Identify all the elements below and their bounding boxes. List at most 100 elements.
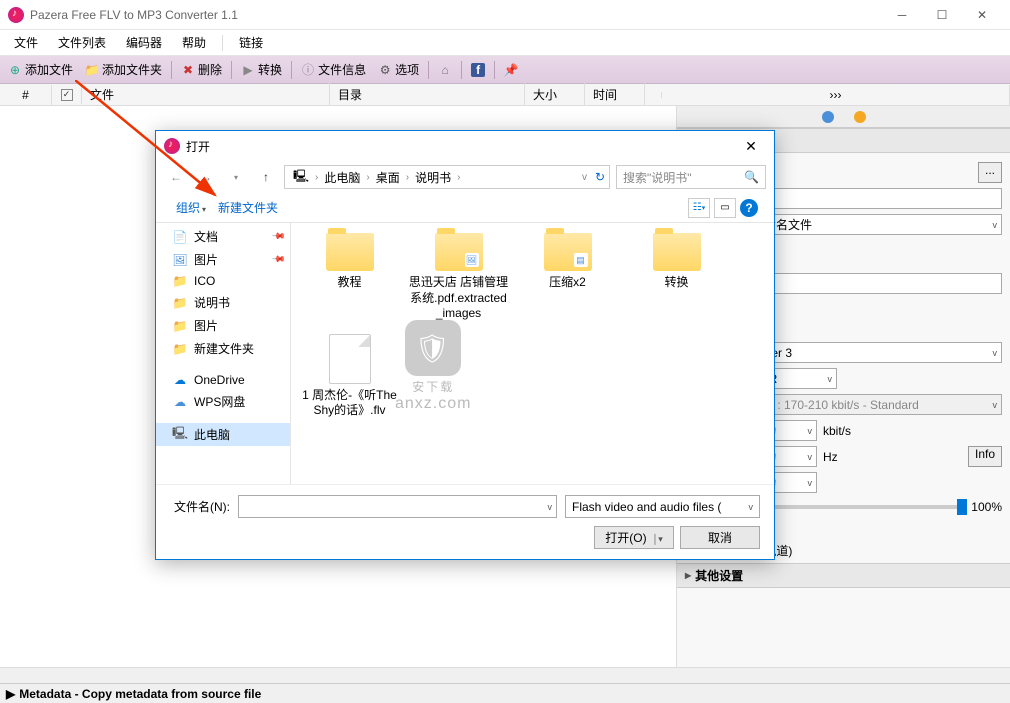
folder-icon: 📁	[172, 296, 188, 310]
exists-select[interactable]: 重命名文件	[747, 214, 1002, 235]
tree-item[interactable]: 📁图片	[156, 314, 290, 337]
breadcrumb-item[interactable]: 此电脑	[320, 169, 364, 186]
info-button[interactable]: Info	[968, 446, 1002, 467]
toolbar: ⊕添加文件 📁添加文件夹 ✖删除 ▶转换 ⓘ文件信息 ⚙选项 ⌂ f 📌	[0, 56, 1010, 84]
tree-item[interactable]: 📄文档📌	[156, 225, 290, 248]
tree-item[interactable]: 🖼图片📌	[156, 248, 290, 271]
breadcrumb[interactable]: 🖳 › 此电脑 › 桌面 › 说明书 › v ↻	[284, 165, 610, 189]
open-button[interactable]: 打开(O)	[594, 526, 674, 549]
chevron-right-icon: ›	[315, 172, 318, 183]
home-button[interactable]: ⌂	[432, 60, 458, 80]
folder-icon: ▤	[544, 233, 592, 271]
col-check[interactable]: ✓	[52, 86, 82, 104]
file-name: 转换	[626, 275, 727, 291]
toolbar-separator	[494, 61, 495, 79]
col-extra[interactable]	[645, 92, 662, 98]
browse-button[interactable]: ...	[978, 162, 1002, 183]
add-folder-icon: 📁	[85, 63, 99, 77]
et-select[interactable]: -V 2 : 170-210 kbit/s - Standard	[747, 394, 1002, 415]
cancel-button[interactable]: 取消	[680, 526, 760, 549]
col-more[interactable]: ›››	[662, 85, 1010, 105]
delete-button[interactable]: ✖删除	[175, 58, 228, 81]
horizontal-scrollbar[interactable]	[0, 667, 1010, 683]
breadcrumb-dropdown[interactable]: v	[582, 172, 587, 183]
col-time[interactable]: 时间	[585, 83, 645, 106]
tree-item-label: 文档	[194, 228, 218, 245]
volume-slider[interactable]	[755, 505, 957, 509]
minimize-button[interactable]: ─	[882, 1, 922, 29]
folder-item[interactable]: 🖼思迅天店 店铺管理系统.pdf.extracted_images	[406, 229, 511, 326]
nav-forward-button[interactable]: →	[194, 165, 218, 189]
expand-icon[interactable]: ▶	[6, 687, 15, 701]
file-info-button[interactable]: ⓘ文件信息	[295, 58, 372, 81]
add-file-icon: ⊕	[8, 63, 22, 77]
pin-button[interactable]: 📌	[498, 60, 524, 80]
checkbox-icon: ✓	[61, 89, 73, 101]
col-file[interactable]: 文件	[82, 83, 330, 106]
options-button[interactable]: ⚙选项	[372, 58, 425, 81]
toolbar-separator	[461, 61, 462, 79]
file-item[interactable]: 1 周杰伦-《听TheShy的话》.flv	[297, 330, 402, 423]
menu-help[interactable]: 帮助	[172, 30, 216, 55]
new-folder-button[interactable]: 新建文件夹	[214, 197, 282, 218]
folder-icon: 📁	[172, 342, 188, 356]
menu-links[interactable]: 链接	[229, 30, 273, 55]
nav-recent-button[interactable]: ▾	[224, 165, 248, 189]
col-num[interactable]: #	[0, 85, 52, 105]
maximize-button[interactable]: ☐	[922, 1, 962, 29]
tree-item[interactable]: 📁新建文件夹	[156, 337, 290, 360]
dialog-titlebar: 打开 ✕	[156, 131, 774, 161]
tree-item[interactable]: 📁说明书	[156, 291, 290, 314]
breadcrumb-pc-icon[interactable]: 🖳	[289, 167, 313, 188]
breadcrumb-item[interactable]: 桌面	[372, 169, 404, 186]
tree-item[interactable]: ☁OneDrive	[156, 370, 290, 390]
convert-button[interactable]: ▶转换	[235, 58, 288, 81]
folder-icon: 📁	[172, 274, 188, 288]
menu-file[interactable]: 文件	[4, 30, 48, 55]
organize-button[interactable]: 组织	[172, 197, 210, 218]
col-dir[interactable]: 目录	[330, 83, 525, 106]
dialog-close-button[interactable]: ✕	[736, 138, 766, 155]
folder-item[interactable]: ▤压缩x2	[515, 229, 620, 326]
other-section-header[interactable]: 其他设置	[677, 563, 1010, 588]
tree-item[interactable]: 📁ICO	[156, 271, 290, 291]
tree-item-label: WPS网盘	[194, 393, 245, 410]
tree-item[interactable]: 🖳此电脑	[156, 423, 290, 446]
info-icon: ⓘ	[301, 63, 315, 77]
preview-pane-button[interactable]: ▭	[714, 198, 736, 218]
folder-icon	[653, 233, 701, 271]
slider-thumb[interactable]	[957, 499, 967, 515]
facebook-button[interactable]: f	[465, 60, 491, 80]
nav-back-button[interactable]: ←	[164, 165, 188, 189]
panel-tab[interactable]	[677, 108, 1010, 126]
menu-filelist[interactable]: 文件列表	[48, 30, 116, 55]
dialog-app-icon	[164, 138, 180, 154]
view-mode-button[interactable]: ☷ ▾	[688, 198, 710, 218]
facebook-icon: f	[471, 63, 485, 77]
menu-encoder[interactable]: 编码器	[116, 30, 172, 55]
tree-item-label: 图片	[194, 251, 218, 268]
folder-item[interactable]: 教程	[297, 229, 402, 326]
folder-item[interactable]: 转换	[624, 229, 729, 326]
toolbar-separator	[428, 61, 429, 79]
file-name: 教程	[299, 275, 400, 291]
help-button[interactable]: ?	[740, 199, 758, 217]
filetype-select[interactable]: Flash video and audio files (	[565, 495, 760, 518]
breadcrumb-item[interactable]: 说明书	[411, 169, 455, 186]
open-dropdown-icon[interactable]	[647, 531, 663, 545]
close-button[interactable]: ✕	[962, 1, 1002, 29]
table-header: # ✓ 文件 目录 大小 时间 ›››	[0, 84, 1010, 106]
nav-up-button[interactable]: ↑	[254, 165, 278, 189]
refresh-icon[interactable]: ↻	[595, 170, 605, 184]
search-input[interactable]: 搜索"说明书" 🔍	[616, 165, 766, 189]
tree-item[interactable]: ☁WPS网盘	[156, 390, 290, 413]
layer-select[interactable]: Layer 3	[747, 342, 1002, 363]
col-size[interactable]: 大小	[525, 83, 585, 106]
filename-input[interactable]	[238, 495, 557, 518]
dialog-title: 打开	[186, 138, 736, 155]
add-folder-button[interactable]: 📁添加文件夹	[79, 58, 168, 81]
hz-unit: Hz	[823, 450, 838, 464]
add-file-button[interactable]: ⊕添加文件	[2, 58, 79, 81]
toolbar-separator	[291, 61, 292, 79]
filename-label: 文件名(N):	[170, 498, 230, 515]
